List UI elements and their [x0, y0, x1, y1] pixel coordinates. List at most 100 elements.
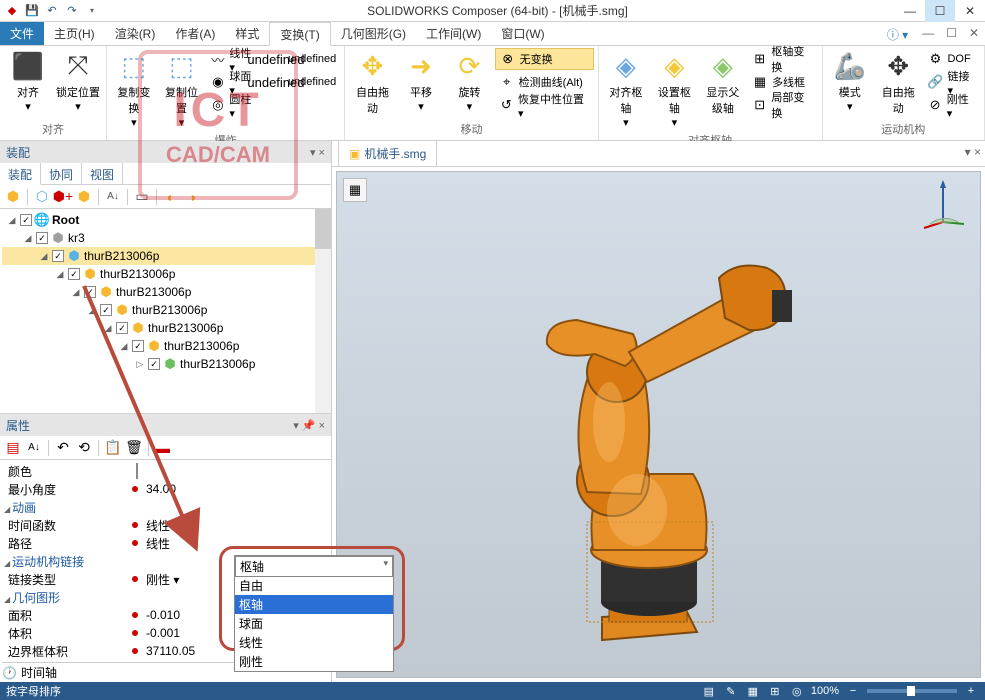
status-icon-2[interactable]: ✎ [723, 684, 739, 698]
tree-row[interactable]: ◢✓⬢thurB213006p [2, 319, 329, 337]
ribbon-button[interactable]: ✥自由拖动 [349, 48, 395, 118]
tree-scrollbar[interactable] [315, 209, 331, 413]
dropdown-option[interactable]: 球面 [235, 614, 393, 633]
viewport-menu-button[interactable]: ▦ [343, 178, 367, 202]
tree-toggle-icon[interactable]: ◢ [54, 269, 66, 280]
tree-row[interactable]: ▷✓⬢thurB213006p [2, 355, 329, 373]
tool-icon-4[interactable]: ◐ [162, 188, 180, 206]
menu-tab-6[interactable]: 工作间(W) [416, 22, 491, 45]
tree-checkbox[interactable]: ✓ [116, 322, 128, 334]
close-button[interactable]: ✕ [955, 0, 985, 22]
ribbon-small-button[interactable]: ⊞枢轴变换 [748, 48, 817, 70]
menu-tab-3[interactable]: 样式 [225, 22, 269, 45]
tree-toggle-icon[interactable]: ◢ [6, 215, 18, 226]
status-icon-4[interactable]: ⊞ [767, 684, 783, 698]
qat-dropdown-icon[interactable]: ▾ [84, 3, 100, 19]
property-category[interactable]: 动画 [2, 498, 329, 516]
help-dropdown-icon[interactable]: ⓘ ▾ [879, 22, 916, 45]
ribbon-button[interactable]: ➜平移▾ [398, 48, 444, 115]
prop-color-icon[interactable]: ▬ [154, 439, 172, 457]
assembly-tree[interactable]: ◢✓🌐Root◢✓⬢kr3◢✓⬢thurB213006p◢✓⬢thurB2130… [0, 209, 331, 413]
assembly-panel-controls[interactable]: ▾ × [310, 146, 325, 159]
dropdown-option[interactable]: 枢轴 [235, 595, 393, 614]
tree-row[interactable]: ◢✓🌐Root [2, 211, 329, 229]
minimize-button[interactable]: — [895, 0, 925, 22]
tree-checkbox[interactable]: ✓ [52, 250, 64, 262]
menu-tab-2[interactable]: 作者(A) [165, 22, 225, 45]
tree-row[interactable]: ◢✓⬢thurB213006p [2, 337, 329, 355]
zoom-in-icon[interactable]: + [963, 684, 979, 698]
assembly-icon[interactable]: ⬢ [4, 188, 22, 206]
tree-checkbox[interactable]: ✓ [20, 214, 32, 226]
prop-tool-3[interactable]: ⟲ [75, 439, 93, 457]
property-value[interactable] [132, 464, 329, 478]
properties-panel-controls[interactable]: ▾ 📌 × [293, 419, 325, 432]
ribbon-small-button[interactable]: undefinedundefined [264, 71, 340, 93]
menu-tab-7[interactable]: 窗口(W) [491, 22, 554, 45]
tree-row[interactable]: ◢✓⬢thurB213006p [2, 301, 329, 319]
prop-sort-icon[interactable]: A↓ [25, 439, 43, 457]
status-icon-5[interactable]: ◎ [789, 684, 805, 698]
tree-toggle-icon[interactable]: ◢ [70, 287, 82, 298]
tree-row[interactable]: ◢✓⬢thurB213006p [2, 247, 329, 265]
tree-checkbox[interactable]: ✓ [84, 286, 96, 298]
tree-checkbox[interactable]: ✓ [36, 232, 48, 244]
tool-icon-1[interactable]: ⬡ [33, 188, 51, 206]
dropdown-option[interactable]: 自由 [235, 576, 393, 595]
status-icon-1[interactable]: ▤ [701, 684, 717, 698]
dropdown-option[interactable]: 线性 [235, 633, 393, 652]
tool-icon-5[interactable]: ◑ [183, 188, 201, 206]
zoom-slider[interactable] [867, 689, 957, 693]
menu-tab-5[interactable]: 几何图形(G) [331, 22, 416, 45]
prop-tool-4[interactable]: 📋 [104, 439, 122, 457]
tree-row[interactable]: ◢✓⬢kr3 [2, 229, 329, 247]
zoom-out-icon[interactable]: − [845, 684, 861, 698]
menu-tab-1[interactable]: 渲染(R) [105, 22, 166, 45]
property-value[interactable]: 34.00 [142, 482, 329, 496]
undo-icon[interactable]: ↶ [44, 3, 60, 19]
property-row[interactable]: 颜色 [2, 462, 329, 480]
ribbon-small-button[interactable]: ⊡局部变换 [748, 94, 817, 116]
tree-toggle-icon[interactable]: ◢ [38, 251, 50, 262]
child-close-icon[interactable]: ✕ [963, 22, 985, 45]
menu-tab-4[interactable]: 变换(T) [269, 22, 330, 46]
ribbon-minimize-icon[interactable]: — [916, 22, 940, 45]
tree-toggle-icon[interactable]: ◢ [118, 341, 130, 352]
property-row[interactable]: 时间函数线性 [2, 516, 329, 534]
ribbon-button[interactable]: ◈显示父级轴 [700, 48, 746, 118]
tree-checkbox[interactable]: ✓ [68, 268, 80, 280]
status-icon-3[interactable]: ▦ [745, 684, 761, 698]
ribbon-small-button[interactable]: undefinedundefined [264, 48, 340, 70]
robot-model[interactable] [437, 202, 857, 652]
tree-checkbox[interactable]: ✓ [148, 358, 160, 370]
ribbon-button[interactable]: ⟳旋转▾ [446, 48, 492, 115]
ribbon-button[interactable]: 🦾模式▾ [827, 48, 873, 115]
ribbon-button[interactable]: ✥自由拖动 [875, 48, 921, 118]
save-icon[interactable]: 💾 [24, 3, 40, 19]
tool-icon-2[interactable]: ⬢+ [54, 188, 72, 206]
tree-toggle-icon[interactable]: ◢ [22, 233, 34, 244]
ribbon-small-button[interactable]: ↺恢复中性位置 ▾ [495, 94, 594, 116]
dropdown-selected[interactable]: 枢轴▾ [235, 556, 393, 577]
ribbon-small-button[interactable]: ⊘刚性 ▾ [923, 94, 980, 116]
property-row[interactable]: 路径线性 [2, 534, 329, 552]
document-tab[interactable]: ▣ 机械手.smg [338, 140, 437, 166]
viewport-3d[interactable]: ▦ [336, 171, 981, 678]
dropdown-option[interactable]: 刚性 [235, 652, 393, 671]
file-tab[interactable]: 文件 [0, 22, 44, 45]
property-row[interactable]: 最小角度34.00 [2, 480, 329, 498]
tree-toggle-icon[interactable]: ◢ [102, 323, 114, 334]
ribbon-button[interactable]: ⬛对齐▾ [4, 48, 52, 115]
ribbon-button[interactable]: ⬚复制位置▾ [159, 48, 205, 131]
prop-tool-2[interactable]: ↶ [54, 439, 72, 457]
assembly-tab-1[interactable]: 协同 [41, 163, 82, 184]
ribbon-button[interactable]: ◈对齐枢轴▾ [603, 48, 649, 131]
ribbon-button[interactable]: ⤧锁定位置▾ [54, 48, 102, 115]
tree-toggle-icon[interactable]: ▷ [134, 359, 146, 370]
maximize-button[interactable]: ☐ [925, 0, 955, 22]
child-maximize-icon[interactable]: ☐ [940, 22, 963, 45]
tree-row[interactable]: ◢✓⬢thurB213006p [2, 265, 329, 283]
tree-toggle-icon[interactable]: ◢ [86, 305, 98, 316]
tree-row[interactable]: ◢✓⬢thurB213006p [2, 283, 329, 301]
doc-tabs-controls[interactable]: ▾ × [965, 145, 981, 159]
